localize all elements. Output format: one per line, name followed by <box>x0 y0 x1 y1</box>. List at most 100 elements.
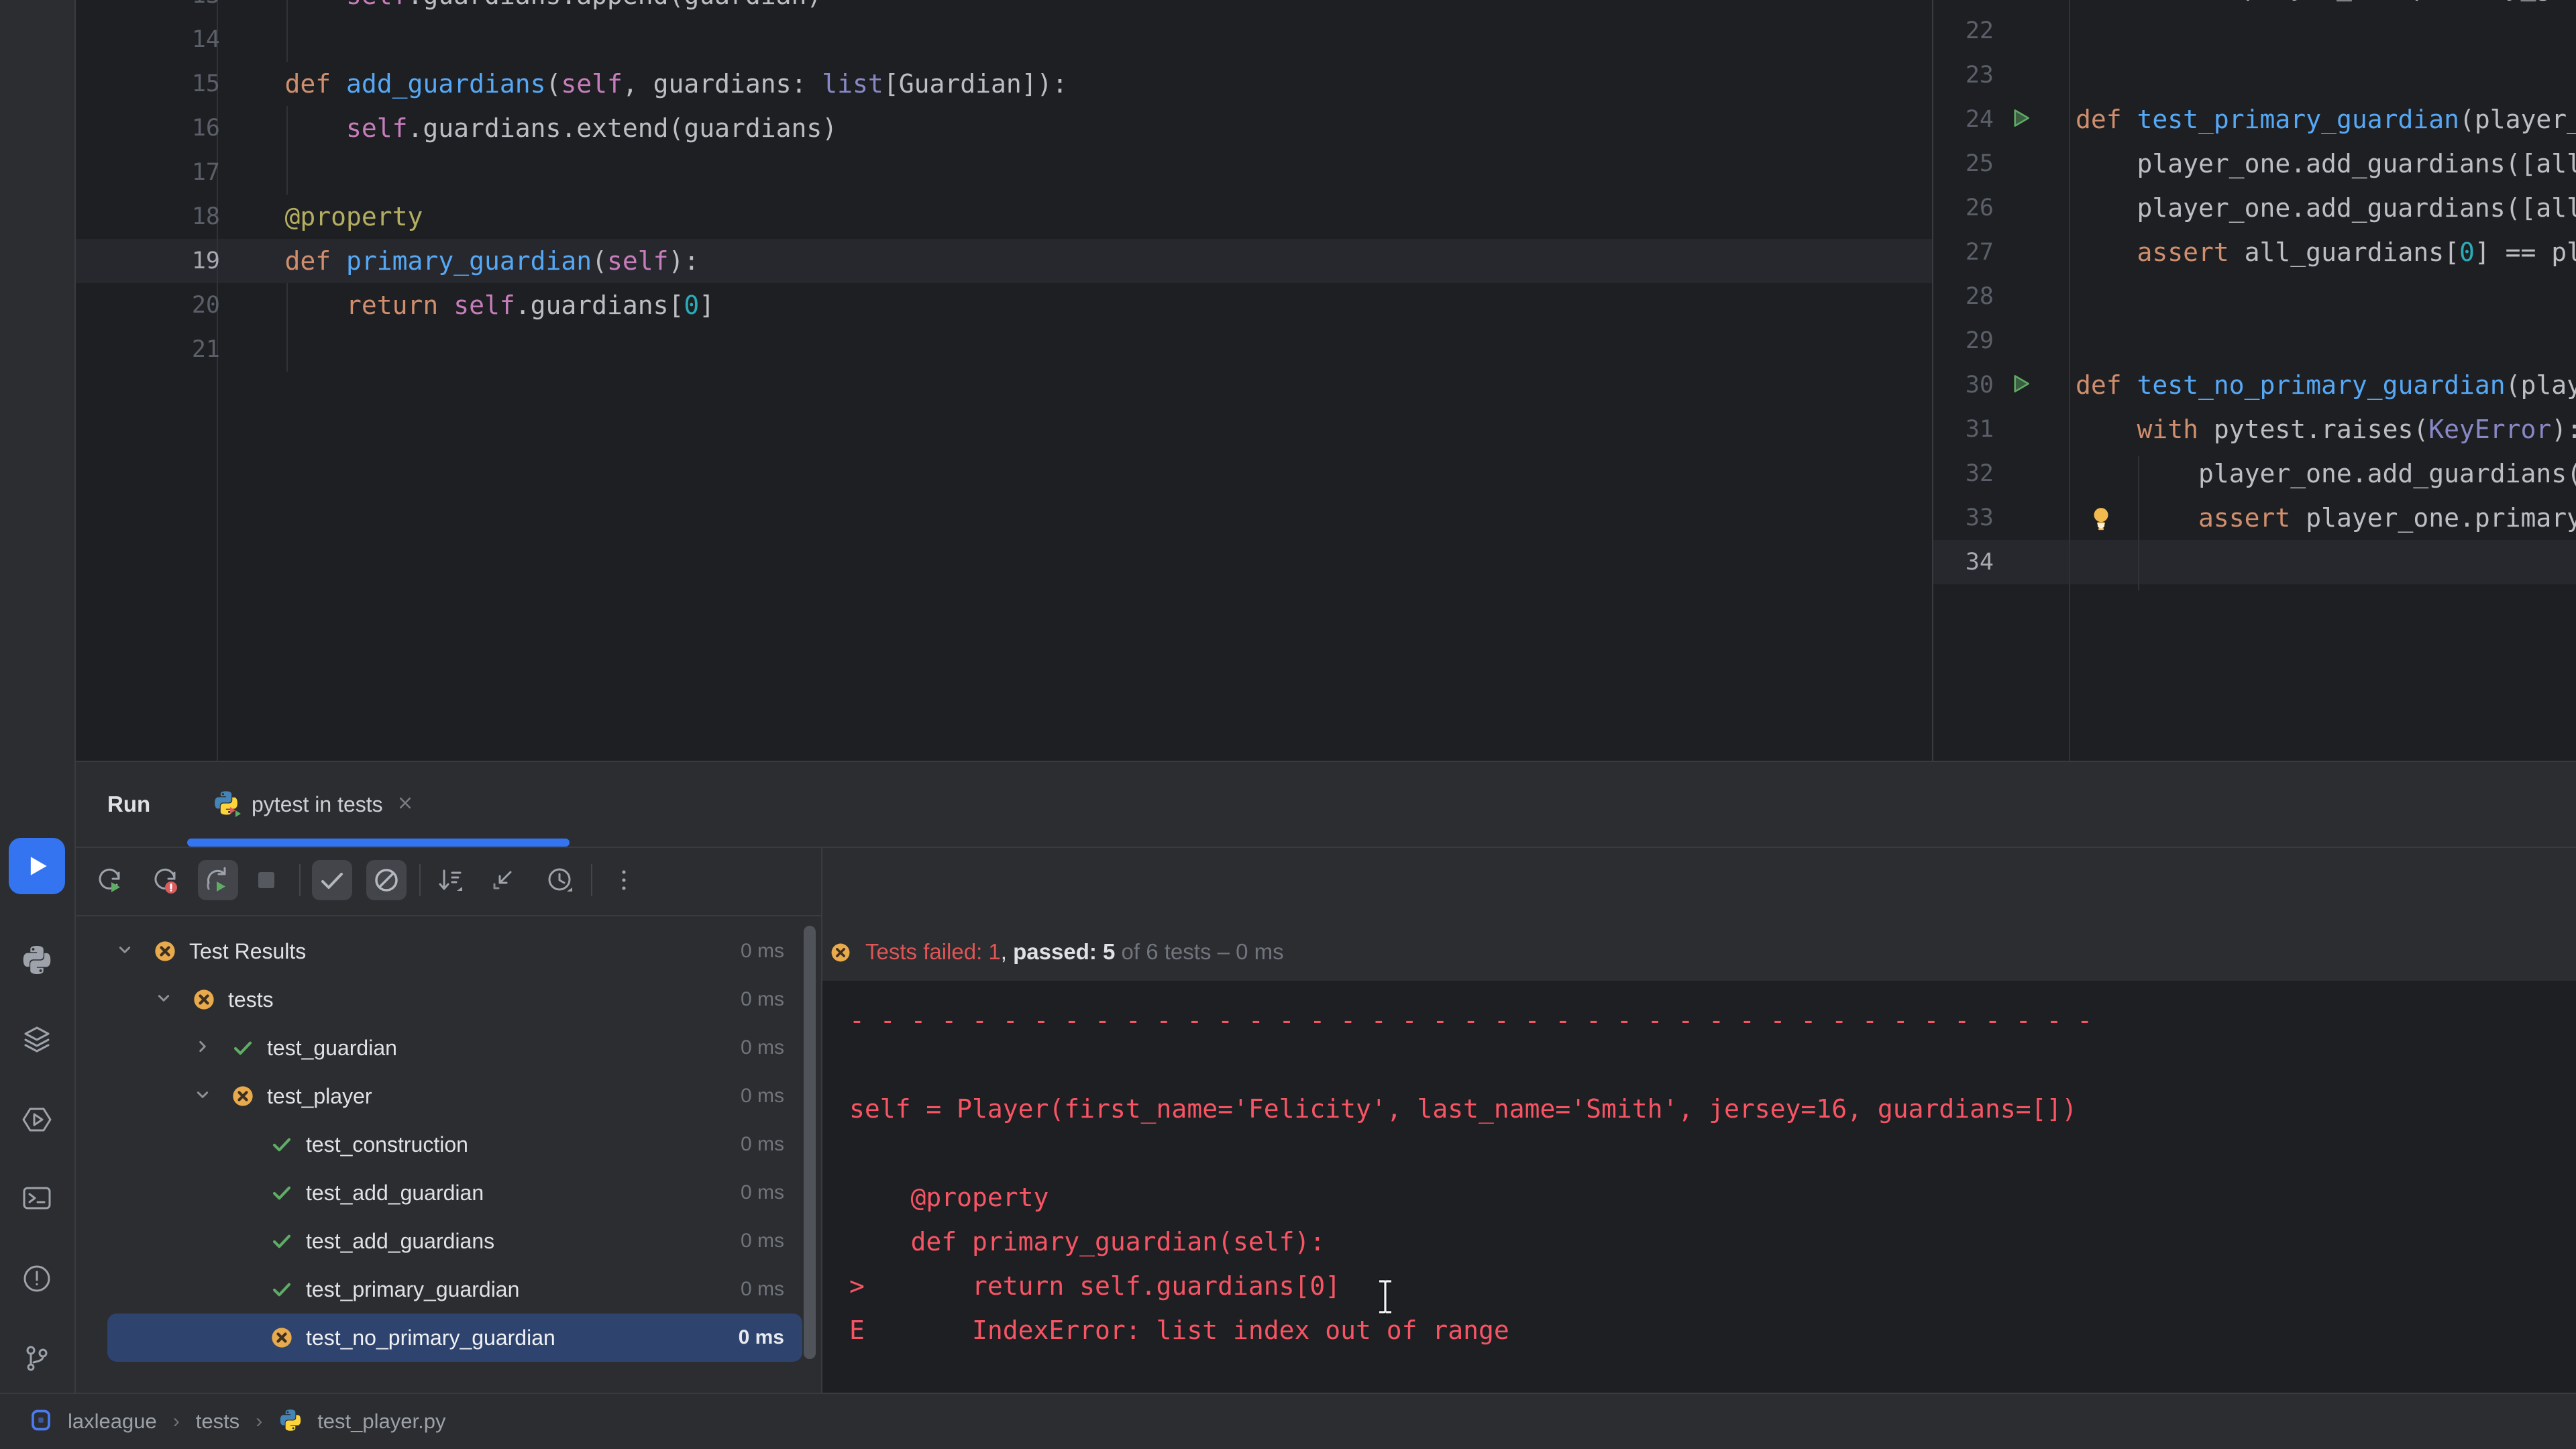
status-bar: laxleague › tests › test_player.py <box>0 1393 2576 1449</box>
stripe-button-python-console[interactable] <box>9 1091 65 1148</box>
code-line-25: player_one.add_guardians([all_guardians[… <box>2076 142 2576 186</box>
line-number: 34 <box>1965 549 1994 576</box>
test-failed-icon <box>194 989 214 1010</box>
show-passed-button[interactable] <box>312 860 352 900</box>
tests-failed-count: Tests failed: 1 <box>865 939 1001 964</box>
chevron-right-icon[interactable] <box>189 1033 216 1060</box>
line-number: 23 <box>1965 62 1994 89</box>
chevron-down-icon[interactable] <box>189 1081 216 1108</box>
toolbar-separator <box>299 864 301 896</box>
code-token: self <box>561 69 623 99</box>
intention-bulb[interactable] <box>2087 504 2116 533</box>
line-number: 25 <box>1965 150 1994 177</box>
tests-passed-count: passed: 5 <box>1013 939 1116 964</box>
test-tree-row-test_no_primary_guardian[interactable]: test_no_primary_guardian 0 ms <box>76 1313 817 1362</box>
stripe-button-version-control[interactable] <box>9 1331 65 1387</box>
collapse-icon <box>493 871 512 890</box>
test-tree-row-test_add_guardians[interactable]: test_add_guardians 0 ms <box>76 1217 817 1265</box>
project-icon[interactable] <box>29 1408 53 1436</box>
python-icon <box>280 1409 301 1431</box>
tests-total-summary: of 6 tests – 0 ms <box>1115 939 1284 964</box>
show-ignored-button[interactable] <box>366 860 407 900</box>
text-cursor-pointer <box>1379 1279 1391 1315</box>
chevron-down-icon[interactable] <box>111 936 138 963</box>
run-test-gutter-icon[interactable] <box>2007 105 2034 131</box>
tool-window-stripe <box>0 0 76 1393</box>
code-token: .guardians[ <box>515 290 684 320</box>
editor-pane-player[interactable]: 13 self.guardians.append(guardian)1415 d… <box>76 0 1932 761</box>
close-icon[interactable] <box>395 793 415 813</box>
test-history-button[interactable] <box>540 860 580 900</box>
stripe-button-problems[interactable] <box>9 1250 65 1307</box>
code-token: self <box>453 290 515 320</box>
sort-tests-button[interactable] <box>430 860 470 900</box>
test-tree-row-test_primary_guardian[interactable]: test_primary_guardian 0 ms <box>76 1265 817 1313</box>
test-tree-row-test_add_guardian[interactable]: test_add_guardian 0 ms <box>76 1169 817 1217</box>
stripe-button-services[interactable] <box>9 1011 65 1067</box>
test-failed-icon <box>155 941 175 961</box>
chevron-right-icon: › <box>172 1410 180 1432</box>
test-name: tests <box>228 987 274 1012</box>
line-number: 13 <box>140 0 220 17</box>
collapse-all-button[interactable] <box>482 860 523 900</box>
console-output[interactable]: - - - - - - - - - - - - - - - - - - - - … <box>822 981 2576 1394</box>
editor-pane-test-player[interactable]: 21 assert player_one.primary_guardian ==… <box>1933 0 2576 761</box>
tab-pytest-in-tests[interactable]: pytest in tests <box>213 762 415 847</box>
line-number: 16 <box>191 115 220 142</box>
code-token: ] == player_one.primary_guardian <box>2474 237 2576 267</box>
run-test-gutter-button[interactable] <box>2007 105 2037 134</box>
test-tree-row-tests[interactable]: tests 0 ms <box>76 975 817 1024</box>
line-number: 27 <box>1965 239 1994 266</box>
run-test-gutter-icon[interactable] <box>2007 370 2034 397</box>
breadcrumb-project[interactable]: laxleague <box>68 1409 157 1434</box>
pytest-icon <box>213 790 241 820</box>
divider <box>76 915 821 916</box>
breadcrumb-file[interactable]: test_player.py <box>317 1409 445 1434</box>
editor-area[interactable]: 13 self.guardians.append(guardian)1415 d… <box>76 0 2576 761</box>
test-duration: 0 ms <box>740 988 784 1010</box>
test-tree-row-test_guardian[interactable]: test_guardian 0 ms <box>76 1024 817 1072</box>
line-number: 14 <box>191 26 220 53</box>
rerun-tests-button[interactable] <box>89 860 129 900</box>
close-icon[interactable] <box>395 793 415 816</box>
stop-button[interactable] <box>246 860 286 900</box>
console-line: E IndexError: list index out of range <box>849 1316 1509 1345</box>
stripe-button-terminal[interactable] <box>9 1170 65 1226</box>
more-options-button[interactable] <box>604 860 644 900</box>
code-token: primary_guardian <box>346 246 592 276</box>
code-token: self <box>346 113 408 143</box>
code-token: assert <box>2198 503 2291 533</box>
stripe-button-run[interactable] <box>9 838 65 894</box>
code-line-16: self.guardians.extend(guardians) <box>223 106 837 150</box>
breadcrumb-folder[interactable]: tests <box>196 1409 239 1434</box>
toggle-auto-test-button[interactable] <box>198 860 238 900</box>
test-tree-row-test_player[interactable]: test_player 0 ms <box>76 1072 817 1120</box>
stripe-button-python-packages[interactable] <box>9 932 65 988</box>
run-test-gutter-button[interactable] <box>2007 370 2037 400</box>
test-tree-row-Test Results[interactable]: Test Results 0 ms <box>76 927 817 975</box>
test-console[interactable]: Tests failed: 1, passed: 5 of 6 tests – … <box>822 848 2576 1394</box>
code-token: ): <box>2551 415 2576 444</box>
code-line-30: def test_no_primary_guardian(player_one)… <box>2076 363 2576 407</box>
intention-bulb-icon[interactable] <box>2087 504 2115 532</box>
chevron-down-icon[interactable] <box>150 985 177 1012</box>
rerun-failed-tests-button[interactable] <box>145 860 185 900</box>
test-tree-row-test_construction[interactable]: test_construction 0 ms <box>76 1120 817 1169</box>
code-token: 0 <box>2459 237 2475 267</box>
code-token: return <box>346 290 439 320</box>
line-number: 24 <box>1965 106 1994 133</box>
code-token: self <box>346 0 408 10</box>
code-token: player_one.add_guardians([all_guardians[ <box>2137 149 2576 178</box>
code-token: (player_one): <box>2505 370 2576 400</box>
test-results-tree[interactable]: Test Results 0 ms tests 0 ms test_guardian 0 … <box>76 927 821 1362</box>
rerun-failed-icon <box>154 868 177 894</box>
line-number: 22 <box>1965 17 1994 44</box>
tree-scrollbar[interactable] <box>804 926 816 1359</box>
